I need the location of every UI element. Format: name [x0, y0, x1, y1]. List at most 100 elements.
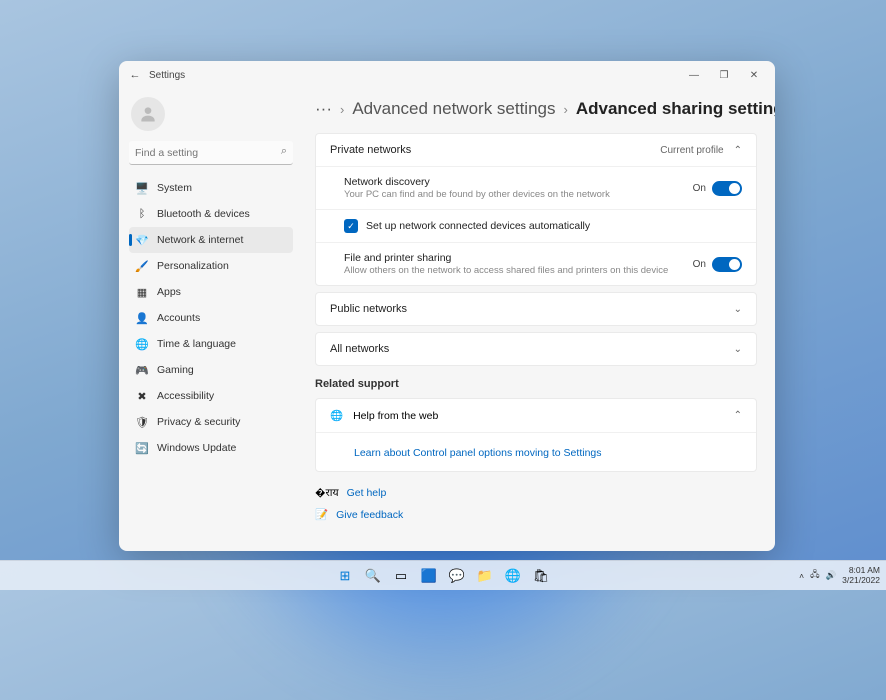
private-networks-header[interactable]: Private networks Current profile ⌃ [316, 134, 756, 166]
nav-icon: 🔄 [135, 441, 149, 455]
nav-label: Apps [157, 286, 181, 298]
sidebar-item-system[interactable]: 🖥️ System [129, 175, 293, 201]
all-networks-header[interactable]: All networks ⌄ [316, 333, 756, 365]
breadcrumb: ··· › Advanced network settings › Advanc… [315, 99, 757, 119]
file-sharing-row: File and printer sharing Allow others on… [316, 242, 756, 285]
card-title: Private networks [330, 144, 411, 156]
network-discovery-toggle[interactable] [712, 181, 742, 196]
close-button[interactable]: ✕ [739, 61, 769, 89]
search-taskbar-icon[interactable]: 🔍 [361, 564, 385, 588]
sidebar-item-time-language[interactable]: 🌐 Time & language [129, 331, 293, 357]
nav-icon: ✖ [135, 389, 149, 403]
nav-list: 🖥️ System ᛒ Bluetooth & devices 💎 Network & i… [129, 175, 293, 461]
help-web-card: 🌐 Help from the web ⌃ Learn about Contro… [315, 398, 757, 472]
sidebar-item-bluetooth-devices[interactable]: ᛒ Bluetooth & devices [129, 201, 293, 227]
help-web-header[interactable]: 🌐 Help from the web ⌃ [316, 399, 756, 432]
nav-label: Accounts [157, 312, 200, 324]
chevron-right-icon: › [340, 102, 344, 117]
public-networks-header[interactable]: Public networks ⌄ [316, 293, 756, 325]
nav-label: Time & language [157, 338, 236, 350]
clock[interactable]: 8:01 AM 3/21/2022 [842, 566, 880, 585]
titlebar: ← Settings — ❐ ✕ [119, 61, 775, 89]
edge-icon[interactable]: 🌐 [501, 564, 525, 588]
avatar[interactable] [131, 97, 165, 131]
related-support-heading: Related support [315, 378, 757, 390]
card-title: Public networks [330, 303, 407, 315]
row-subtitle: Your PC can find and be found by other d… [344, 189, 693, 200]
sidebar: ⌕ 🖥️ System ᛒ Bluetooth & devices 💎 Network &… [119, 89, 301, 551]
task-view-icon[interactable]: ▭ [389, 564, 413, 588]
nav-icon: 🎮 [135, 363, 149, 377]
row-subtitle: Allow others on the network to access sh… [344, 265, 693, 276]
auto-setup-checkbox[interactable]: ✓ [344, 219, 358, 233]
globe-icon: 🌐 [330, 409, 343, 422]
network-discovery-row: Network discovery Your PC can find and b… [316, 166, 756, 209]
get-help-link[interactable]: Get help [347, 487, 387, 499]
maximize-button[interactable]: ❐ [709, 61, 739, 89]
help-web-label: Help from the web [353, 410, 724, 422]
chevron-up-icon: ⌃ [734, 145, 742, 156]
checkbox-label: Set up network connected devices automat… [366, 220, 590, 232]
help-icon: �राय [315, 486, 339, 500]
taskbar: ⊞ 🔍 ▭ 🟦 💬 📁 🌐 🛍 ˄ 🖧 🔊 8:01 AM 3/21/2022 [0, 560, 886, 590]
sidebar-item-accessibility[interactable]: ✖ Accessibility [129, 383, 293, 409]
system-tray[interactable]: ˄ 🖧 🔊 8:01 AM 3/21/2022 [799, 566, 880, 585]
chevron-up-icon: ⌃ [734, 410, 742, 421]
store-icon[interactable]: 🛍 [529, 564, 553, 588]
nav-icon: 🖥️ [135, 181, 149, 195]
nav-icon: ᛒ [135, 207, 149, 221]
nav-label: Network & internet [157, 234, 243, 246]
nav-icon: 💎 [135, 233, 149, 247]
nav-label: Bluetooth & devices [157, 208, 250, 220]
current-profile-badge: Current profile [660, 145, 723, 156]
nav-label: Accessibility [157, 390, 214, 402]
start-button[interactable]: ⊞ [333, 564, 357, 588]
nav-icon: 🖌️ [135, 259, 149, 273]
back-button[interactable]: ← [125, 69, 145, 81]
search-icon: ⌕ [281, 145, 287, 158]
control-panel-link[interactable]: Learn about Control panel options moving… [354, 447, 602, 459]
sidebar-item-apps[interactable]: ▦ Apps [129, 279, 293, 305]
tray-chevron-icon[interactable]: ˄ [799, 571, 804, 581]
window-title: Settings [149, 70, 185, 81]
explorer-icon[interactable]: 📁 [473, 564, 497, 588]
chevron-down-icon: ⌄ [734, 344, 742, 355]
minimize-button[interactable]: — [679, 61, 709, 89]
nav-label: Privacy & security [157, 416, 240, 428]
nav-icon: ▦ [135, 285, 149, 299]
breadcrumb-more[interactable]: ··· [315, 99, 332, 119]
main-content: ··· › Advanced network settings › Advanc… [301, 89, 775, 551]
nav-label: Windows Update [157, 442, 236, 454]
file-sharing-toggle[interactable] [712, 257, 742, 272]
sidebar-item-privacy-security[interactable]: 🛡Privacy & security [129, 409, 293, 435]
nav-label: System [157, 182, 192, 194]
toggle-state: On [693, 259, 706, 270]
search-box[interactable]: ⌕ [129, 141, 293, 165]
nav-label: Personalization [157, 260, 229, 272]
sidebar-item-accounts[interactable]: 👤Accounts [129, 305, 293, 331]
sidebar-item-personalization[interactable]: 🖌️ Personalization [129, 253, 293, 279]
sidebar-item-network-internet[interactable]: 💎 Network & internet [129, 227, 293, 253]
sidebar-item-windows-update[interactable]: 🔄 Windows Update [129, 435, 293, 461]
chevron-down-icon: ⌄ [734, 304, 742, 315]
sidebar-item-gaming[interactable]: 🎮 Gaming [129, 357, 293, 383]
chevron-right-icon: › [564, 102, 568, 117]
breadcrumb-parent[interactable]: Advanced network settings [352, 99, 555, 119]
widgets-icon[interactable]: 🟦 [417, 564, 441, 588]
auto-setup-row: ✓ Set up network connected devices autom… [316, 209, 756, 242]
nav-label: Gaming [157, 364, 194, 376]
volume-tray-icon[interactable]: 🔊 [826, 570, 837, 581]
public-networks-card: Public networks ⌄ [315, 292, 757, 326]
private-networks-card: Private networks Current profile ⌃ Netwo… [315, 133, 757, 286]
network-tray-icon[interactable]: 🖧 [810, 569, 819, 583]
search-input[interactable] [129, 141, 293, 165]
feedback-link[interactable]: Give feedback [336, 509, 403, 521]
toggle-state: On [693, 183, 706, 194]
row-title: Network discovery [344, 176, 693, 188]
settings-window: ← Settings — ❐ ✕ ⌕ 🖥️ System ᛒ Bluetooth & … [119, 61, 775, 551]
card-title: All networks [330, 343, 389, 355]
row-title: File and printer sharing [344, 252, 693, 264]
chat-icon[interactable]: 💬 [445, 564, 469, 588]
feedback-icon: 📝 [315, 508, 328, 521]
nav-icon: 🌐 [135, 337, 149, 351]
